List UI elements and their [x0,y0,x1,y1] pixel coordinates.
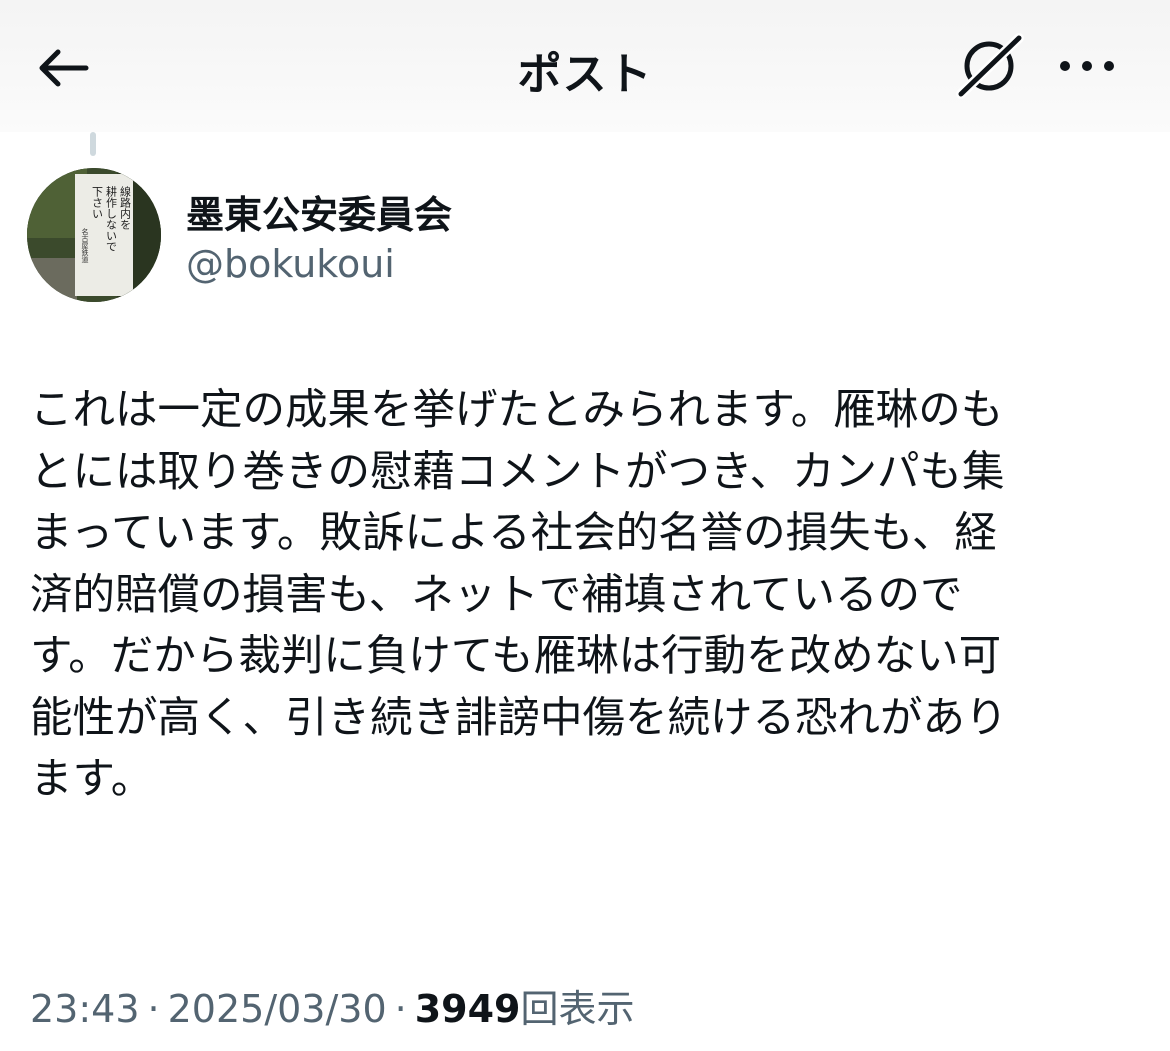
post-text-line: とには取り巻きの慰藉コメントがつき、カンパも集 [30,447,1005,497]
post-text: これは一定の成果を挙げたとみられます。雁琳のも とには取り巻きの慰藉コメントがつ… [30,380,1142,811]
avatar-sign-line-2: 耕作しないで [105,185,118,252]
more-button[interactable] [1054,40,1120,92]
post-text-line: まっています。敗訴による社会的名誉の損失も、経 [30,509,997,558]
post-text-line: これは一定の成果を挙げたとみられます。雁琳のも [30,386,1004,435]
thread-connector-line [90,132,96,156]
post-detail-page: ポスト 線路内を 耕作しないで 下さい 名古屋鉄道 墨東公安委員会 @bokuk… [0,0,1170,1051]
avatar[interactable]: 線路内を 耕作しないで 下さい 名古屋鉄道 [27,168,161,302]
top-bar: ポスト [0,0,1170,132]
author-handle[interactable]: @bokukoui [186,242,395,286]
meta-separator: · [147,987,160,1031]
post-meta: 23:43 · 2025/03/30 · 3949回表示 [30,978,635,1033]
view-count[interactable]: 3949 [415,987,521,1031]
post-text-line: 済的賠償の損害も、ネットで補填されているので [30,570,963,620]
post-text-line: ます。 [30,755,154,804]
grok-button[interactable] [955,32,1027,100]
avatar-sign-footer: 名古屋鉄道 [81,227,89,264]
grok-icon [956,33,1024,99]
view-count-label: 回表示 [520,987,635,1031]
post-text-line: す。だから裁判に負けても雁琳は行動を改めない可 [30,632,1002,681]
more-horizontal-icon [1060,61,1114,71]
avatar-sign-line-3: 下さい [91,186,104,219]
post-time[interactable]: 23:43 [30,987,140,1031]
avatar-sign-line-1: 線路内を [119,185,132,230]
meta-separator: · [394,987,407,1031]
post-text-line: 能性が高く、引き続き誹謗中傷を続ける恐れがあり [30,693,1008,743]
author-name[interactable]: 墨東公安委員会 [186,184,452,239]
post-date[interactable]: 2025/03/30 [168,987,387,1031]
avatar-image: 線路内を 耕作しないで 下さい 名古屋鉄道 [27,168,161,302]
